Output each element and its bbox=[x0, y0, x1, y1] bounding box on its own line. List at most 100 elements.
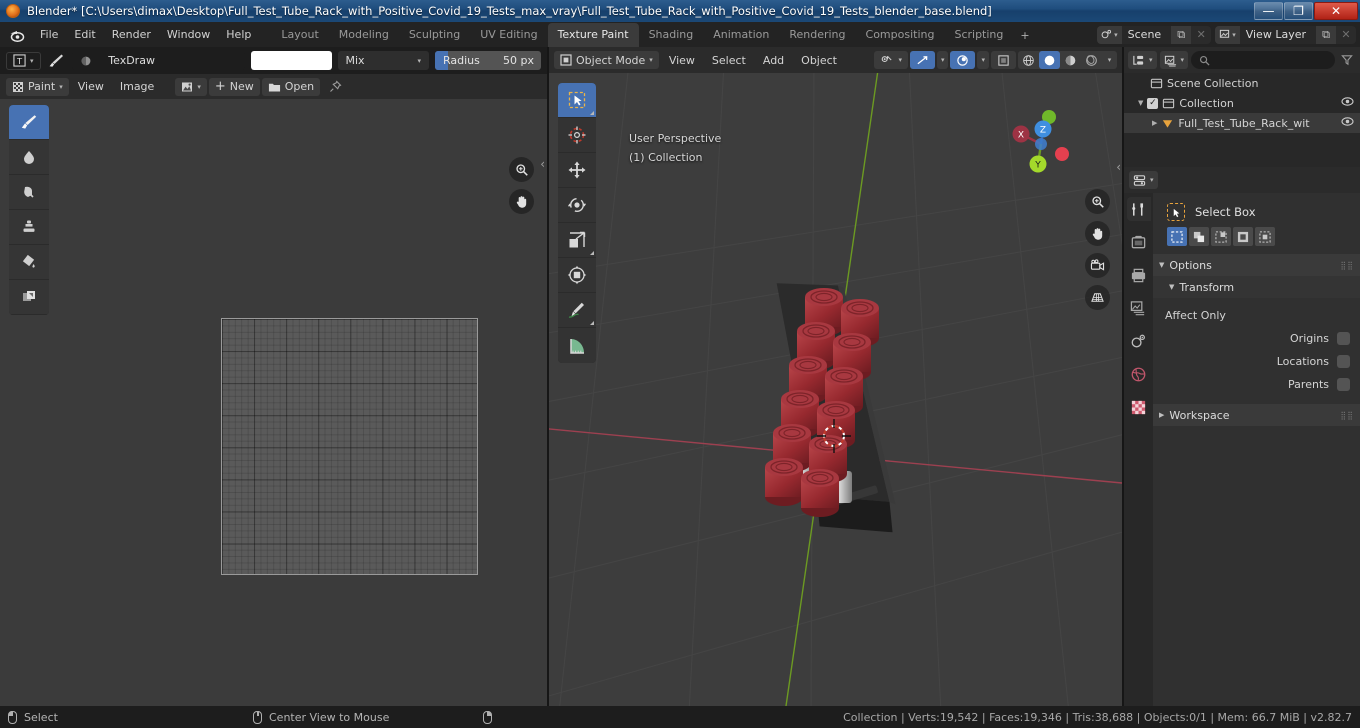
paint-mode-dropdown[interactable]: T ▾ bbox=[6, 51, 41, 70]
zoom-icon[interactable] bbox=[1085, 189, 1110, 214]
prop-tab-scene[interactable] bbox=[1127, 329, 1151, 353]
menu-edit[interactable]: Edit bbox=[66, 25, 103, 44]
tool-rotate[interactable] bbox=[558, 188, 596, 223]
panel-workspace[interactable]: ▶ Workspace ⣿⣿ bbox=[1153, 404, 1360, 426]
image-zoom-button[interactable] bbox=[509, 157, 534, 182]
viewport-menu-select[interactable]: Select bbox=[705, 51, 753, 69]
proportional-editing-toggle[interactable] bbox=[950, 51, 976, 69]
tool-measure[interactable] bbox=[558, 328, 596, 363]
outliner-display-mode-dropdown[interactable]: ▾ bbox=[1128, 51, 1157, 69]
origins-checkbox[interactable] bbox=[1337, 332, 1350, 345]
select-mode-set[interactable] bbox=[1167, 227, 1187, 246]
menu-render[interactable]: Render bbox=[104, 25, 159, 44]
tab-sculpting[interactable]: Sculpting bbox=[399, 23, 470, 47]
tab-texture-paint[interactable]: Texture Paint bbox=[547, 23, 639, 47]
tab-scripting[interactable]: Scripting bbox=[944, 23, 1013, 47]
remove-view-layer-button[interactable]: ✕ bbox=[1336, 25, 1356, 44]
parents-checkbox[interactable] bbox=[1337, 378, 1350, 391]
close-button[interactable]: ✕ bbox=[1314, 2, 1358, 20]
disclosure-triangle-icon[interactable]: ▶ bbox=[1152, 119, 1157, 127]
tab-animation[interactable]: Animation bbox=[703, 23, 779, 47]
tool-cursor[interactable] bbox=[558, 118, 596, 153]
properties-editor-type-dropdown[interactable]: ▾ bbox=[1129, 171, 1158, 189]
select-mode-extend[interactable] bbox=[1189, 227, 1209, 246]
snap-dropdown[interactable]: ▾ bbox=[936, 51, 949, 69]
brush-icon[interactable] bbox=[47, 52, 67, 70]
toggle-xray-button[interactable] bbox=[991, 51, 1016, 69]
shading-material-button[interactable] bbox=[1060, 51, 1081, 69]
tool-fill[interactable] bbox=[9, 245, 49, 280]
tool-clone[interactable] bbox=[9, 210, 49, 245]
select-mode-subtract[interactable] bbox=[1211, 227, 1231, 246]
tool-transform[interactable] bbox=[558, 258, 596, 293]
outliner-filter-icon[interactable] bbox=[1338, 54, 1356, 66]
outliner-row-object[interactable]: ▶ Full_Test_Tube_Rack_wit bbox=[1124, 113, 1360, 133]
image-menu-image[interactable]: Image bbox=[113, 78, 161, 96]
menu-window[interactable]: Window bbox=[159, 25, 218, 44]
radius-slider[interactable]: Radius 50 px bbox=[434, 51, 542, 70]
tool-mask[interactable] bbox=[9, 280, 49, 315]
new-view-layer-button[interactable]: ⧉ bbox=[1316, 25, 1336, 44]
viewport-menu-object[interactable]: Object bbox=[794, 51, 844, 69]
tab-shading[interactable]: Shading bbox=[639, 23, 704, 47]
visibility-eye-icon[interactable] bbox=[1341, 116, 1354, 130]
prop-tab-output[interactable] bbox=[1127, 263, 1151, 287]
viewport-sidebar-toggle[interactable]: ‹ bbox=[1116, 160, 1121, 174]
viewport-menu-add[interactable]: Add bbox=[756, 51, 791, 69]
tab-compositing[interactable]: Compositing bbox=[856, 23, 945, 47]
prop-tab-view-layer[interactable] bbox=[1127, 296, 1151, 320]
add-workspace-button[interactable]: + bbox=[1013, 24, 1036, 47]
scene-selector[interactable]: ▾ Scene ⧉ ✕ bbox=[1097, 25, 1212, 44]
tool-scale[interactable] bbox=[558, 223, 596, 258]
new-image-button[interactable]: + New bbox=[208, 77, 260, 96]
image-menu-view[interactable]: View bbox=[71, 78, 111, 96]
pin-icon[interactable] bbox=[322, 80, 348, 93]
outliner-filter-id-dropdown[interactable]: ▾ bbox=[1159, 51, 1189, 69]
visibility-dropdown[interactable]: ▾ bbox=[874, 51, 908, 69]
proportional-falloff-dropdown[interactable]: ▾ bbox=[977, 51, 989, 69]
brush-name-field[interactable]: TexDraw bbox=[72, 51, 245, 70]
prop-tab-texture[interactable] bbox=[1127, 395, 1151, 419]
shading-dropdown[interactable]: ▾ bbox=[1102, 51, 1117, 69]
tool-select-box[interactable] bbox=[558, 83, 596, 118]
prop-tab-world[interactable] bbox=[1127, 362, 1151, 386]
tool-move[interactable] bbox=[558, 153, 596, 188]
shading-wireframe-button[interactable] bbox=[1018, 51, 1039, 69]
open-image-button[interactable]: Open bbox=[261, 77, 321, 96]
locations-checkbox[interactable] bbox=[1337, 355, 1350, 368]
image-browse-dropdown[interactable]: ▾ bbox=[175, 77, 207, 96]
snapping-toggle[interactable] bbox=[909, 51, 935, 69]
tool-smear[interactable] bbox=[9, 175, 49, 210]
outliner-search-input[interactable] bbox=[1191, 51, 1335, 69]
tab-uv-editing[interactable]: UV Editing bbox=[470, 23, 547, 47]
menu-help[interactable]: Help bbox=[218, 25, 259, 44]
disclosure-triangle-icon[interactable]: ▼ bbox=[1138, 99, 1143, 107]
tool-annotate[interactable] bbox=[558, 293, 596, 328]
blender-logo-icon[interactable] bbox=[8, 26, 26, 44]
unlink-scene-button[interactable]: ✕ bbox=[1191, 25, 1212, 44]
viewport-menu-view[interactable]: View bbox=[662, 51, 702, 69]
navigation-gizmo[interactable]: X Y Z bbox=[1006, 109, 1076, 179]
panel-options[interactable]: ▼ Options ⣿⣿ bbox=[1153, 254, 1360, 276]
select-mode-intersect[interactable] bbox=[1255, 227, 1275, 246]
tool-soften[interactable] bbox=[9, 140, 49, 175]
visibility-eye-icon[interactable] bbox=[1341, 96, 1354, 110]
tab-layout[interactable]: Layout bbox=[271, 23, 328, 47]
camera-icon[interactable] bbox=[1085, 253, 1110, 278]
object-mode-dropdown[interactable]: Object Mode ▾ bbox=[554, 51, 659, 69]
outliner-row-scene-collection[interactable]: Scene Collection bbox=[1124, 73, 1360, 93]
view-layer-selector[interactable]: ▾ View Layer ⧉ ✕ bbox=[1215, 25, 1356, 44]
minimize-button[interactable]: — bbox=[1254, 2, 1283, 20]
blend-mode-dropdown[interactable]: Mix ▾ bbox=[337, 51, 429, 70]
menu-file[interactable]: File bbox=[32, 25, 66, 44]
editor-mode-dropdown[interactable]: Paint ▾ bbox=[6, 77, 69, 96]
image-pan-button[interactable] bbox=[509, 189, 534, 214]
new-scene-button[interactable]: ⧉ bbox=[1171, 25, 1192, 44]
hand-icon[interactable] bbox=[1085, 221, 1110, 246]
image-sidebar-toggle[interactable]: ‹ bbox=[540, 157, 545, 171]
shading-solid-button[interactable] bbox=[1039, 51, 1060, 69]
uv-image-canvas[interactable] bbox=[0, 99, 547, 706]
grid-icon[interactable] bbox=[1085, 285, 1110, 310]
tool-draw[interactable] bbox=[9, 105, 49, 140]
tab-rendering[interactable]: Rendering bbox=[779, 23, 855, 47]
